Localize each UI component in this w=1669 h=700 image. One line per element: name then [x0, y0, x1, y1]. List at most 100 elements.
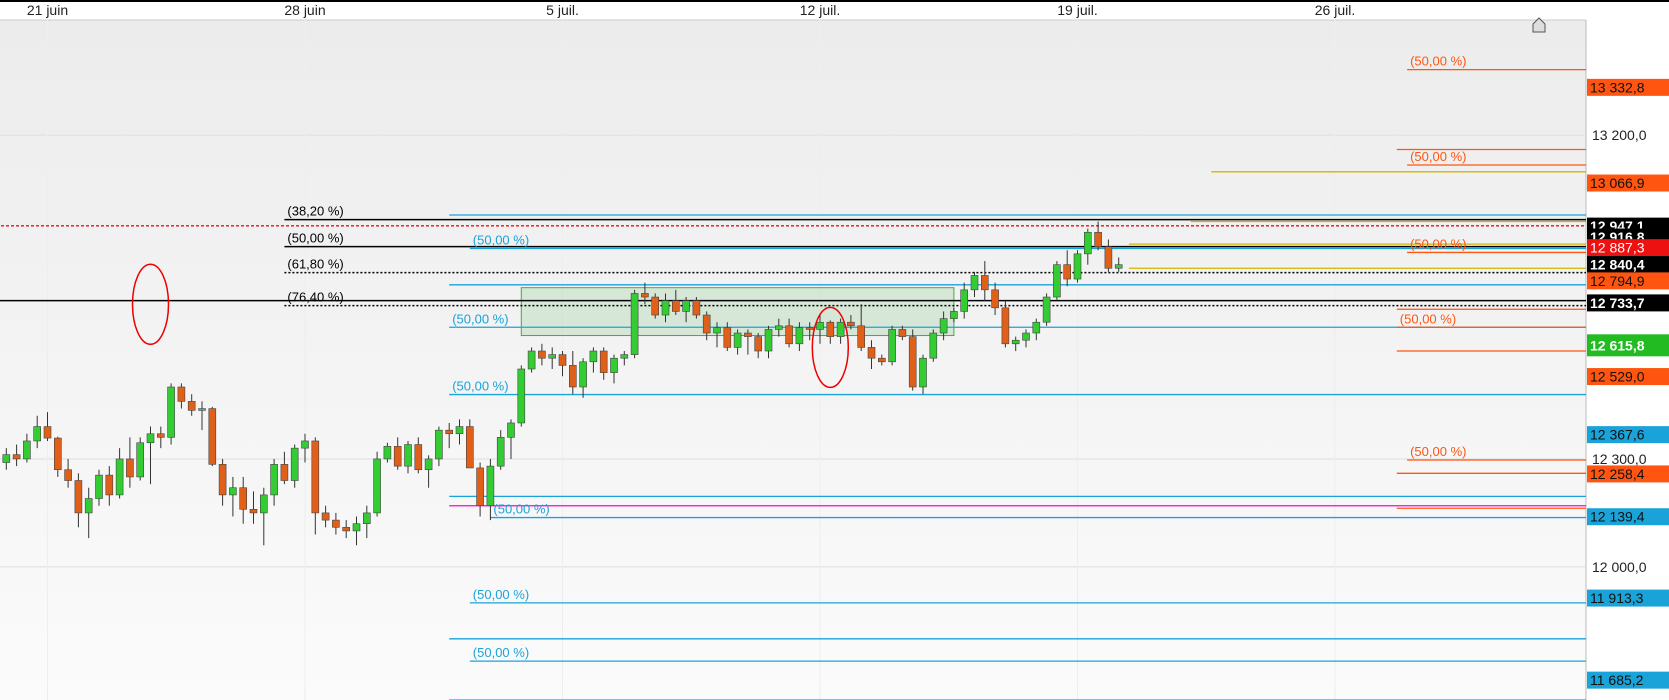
candle: [702, 314, 711, 334]
candle: [836, 321, 845, 337]
candle: [167, 386, 175, 438]
candle: [548, 354, 557, 359]
candle: [404, 444, 412, 467]
x-tick-label: 19 juil.: [1057, 2, 1097, 18]
candle: [599, 350, 608, 373]
candle: [723, 327, 732, 348]
candle: [558, 354, 567, 366]
candle: [126, 458, 134, 478]
candle: [929, 332, 938, 359]
candle: [445, 429, 454, 435]
candle: [1053, 264, 1061, 298]
candle: [64, 469, 72, 481]
candle: [589, 350, 598, 363]
candle: [1084, 231, 1092, 255]
candle: [259, 494, 268, 514]
x-tick-label: 12 juil.: [800, 2, 840, 18]
candle: [383, 446, 392, 460]
candle: [630, 293, 639, 355]
candle: [939, 318, 948, 334]
candle: [393, 446, 402, 467]
price-tag-label: 13 066,9: [1590, 175, 1645, 191]
candle: [33, 426, 42, 442]
candle: [239, 487, 247, 510]
level-label: (50,00 %): [473, 232, 529, 247]
candle: [641, 293, 649, 298]
candle: [970, 275, 979, 291]
price-tag-label: 12 529,0: [1590, 369, 1645, 385]
candle: [290, 447, 299, 481]
candle: [136, 442, 144, 478]
candle: [919, 357, 927, 388]
y-tick-label: 12 300,0: [1592, 451, 1647, 467]
price-tag-label: 12 733,7: [1590, 295, 1645, 311]
candle: [301, 440, 309, 449]
candle: [373, 458, 381, 514]
candle: [105, 474, 114, 496]
candle: [177, 386, 186, 402]
price-tag-label: 11 913,3: [1590, 590, 1644, 606]
y-tick-label: 12 000,0: [1592, 559, 1647, 575]
candle: [1114, 264, 1123, 269]
candle: [908, 336, 917, 388]
level-label: (76,40 %): [287, 290, 343, 305]
candle: [805, 327, 814, 330]
candle: [455, 426, 464, 435]
x-tick-label: 21 juin: [27, 2, 68, 18]
level-label: (50,00 %): [452, 379, 508, 394]
candle: [692, 300, 701, 316]
candle: [465, 426, 474, 469]
x-tick-label: 28 juin: [284, 2, 325, 18]
candle: [713, 327, 721, 334]
candle: [187, 401, 196, 411]
candle: [12, 454, 21, 460]
candle: [1063, 264, 1071, 280]
candle: [517, 368, 526, 424]
candle: [2, 454, 11, 463]
candle: [867, 347, 876, 359]
candle: [157, 433, 165, 438]
candle: [115, 458, 124, 496]
candle: [754, 336, 763, 352]
candle: [1042, 296, 1051, 323]
candle: [507, 422, 515, 438]
price-tag-label: 12 367,6: [1590, 427, 1645, 443]
candle: [270, 464, 278, 496]
price-tag-label: 11 685,2: [1590, 672, 1644, 688]
candle: [476, 467, 484, 507]
candle: [857, 325, 866, 348]
candle: [84, 498, 93, 514]
zones: [520, 287, 955, 337]
candle: [74, 480, 83, 514]
candlestick-chart[interactable]: (38,20 %) (50,00 %) (61,80 %) (76,40 %) (50,…: [0, 0, 1669, 700]
candle: [764, 329, 773, 352]
price-tag-label: 13 332,8: [1590, 79, 1645, 95]
price-tag-label: 12 615,8: [1590, 337, 1645, 353]
candle: [229, 487, 237, 496]
candle: [671, 300, 680, 312]
candle: [1073, 253, 1082, 280]
candle: [342, 527, 351, 532]
candle: [980, 275, 989, 291]
candle: [847, 321, 855, 327]
candle: [816, 321, 824, 330]
candle: [414, 444, 423, 471]
candle: [218, 464, 227, 496]
candle: [991, 289, 999, 309]
candle: [1022, 332, 1030, 341]
candle: [744, 332, 752, 337]
level-label: (50,00 %): [1410, 444, 1466, 459]
level-label: (50,00 %): [1410, 236, 1466, 251]
candle: [311, 440, 320, 514]
level-label: (50,00 %): [287, 231, 343, 246]
candle: [877, 357, 886, 363]
candle: [888, 329, 896, 363]
level-label: (38,20 %): [287, 204, 343, 219]
candle: [1011, 339, 1020, 345]
x-tick-label: 5 juil.: [546, 2, 579, 18]
candle: [785, 325, 793, 345]
candle: [898, 329, 907, 337]
candle: [280, 464, 289, 481]
candle: [1001, 307, 1010, 345]
candle: [208, 408, 217, 465]
